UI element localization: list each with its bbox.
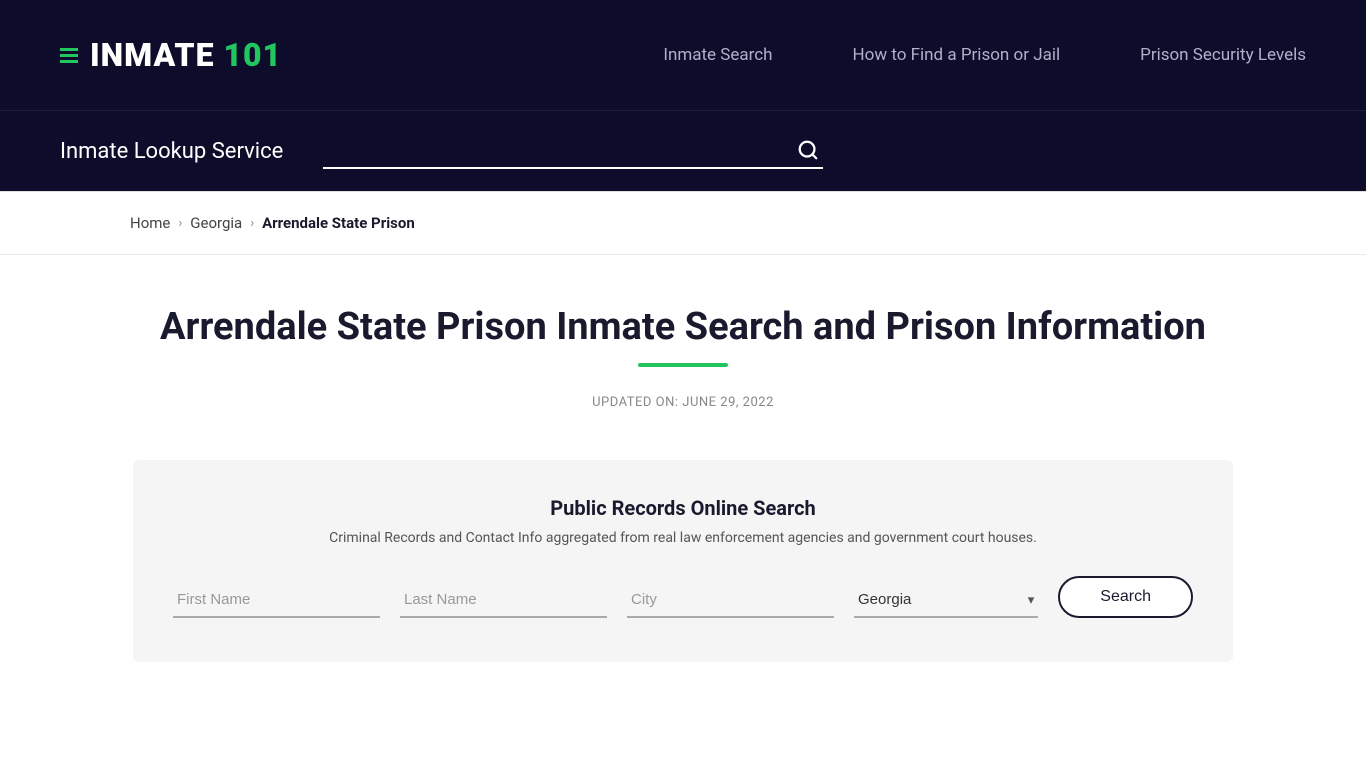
first-name-input[interactable] [173, 583, 380, 618]
city-input[interactable] [627, 583, 834, 618]
logo-text: INMATE 101 [90, 36, 282, 74]
search-form: AlabamaAlaskaArizonaArkansasCaliforniaCo… [173, 576, 1193, 618]
logo-icon [60, 48, 78, 63]
main-content: Arrendale State Prison Inmate Search and… [0, 255, 1366, 702]
nav-link-inmate-search[interactable]: Inmate Search [663, 45, 772, 65]
first-name-field [173, 583, 380, 618]
public-records-card: Public Records Online Search Criminal Re… [133, 460, 1233, 662]
last-name-input[interactable] [400, 583, 607, 618]
nav-item-security-levels[interactable]: Prison Security Levels [1140, 45, 1306, 65]
breadcrumb-state[interactable]: Georgia [190, 214, 242, 232]
logo-number: 101 [223, 36, 282, 74]
logo-inmate: INMATE [90, 36, 223, 74]
search-input[interactable] [323, 133, 823, 167]
search-bar-label: Inmate Lookup Service [60, 139, 283, 164]
nav-item-find-prison[interactable]: How to Find a Prison or Jail [853, 45, 1061, 65]
state-select[interactable]: AlabamaAlaskaArizonaArkansasCaliforniaCo… [854, 583, 1038, 618]
breadcrumb-section: Home › Georgia › Arrendale State Prison [0, 192, 1366, 254]
breadcrumb-separator-1: › [178, 216, 182, 231]
title-underline [638, 363, 728, 367]
nav-links: Inmate Search How to Find a Prison or Ja… [663, 45, 1306, 65]
breadcrumb-current: Arrendale State Prison [262, 214, 415, 232]
logo[interactable]: INMATE 101 [60, 36, 282, 74]
nav-item-inmate-search[interactable]: Inmate Search [663, 45, 772, 65]
city-field [627, 583, 834, 618]
page-title: Arrendale State Prison Inmate Search and… [130, 305, 1236, 349]
card-title: Public Records Online Search [173, 496, 1193, 520]
search-icon [797, 139, 819, 161]
nav-link-find-prison[interactable]: How to Find a Prison or Jail [853, 45, 1061, 65]
search-input-wrapper [323, 133, 823, 169]
nav-link-security-levels[interactable]: Prison Security Levels [1140, 45, 1306, 65]
breadcrumb-home[interactable]: Home [130, 214, 170, 232]
search-icon-button[interactable] [797, 139, 819, 161]
last-name-field [400, 583, 607, 618]
card-subtitle: Criminal Records and Contact Info aggreg… [173, 530, 1193, 546]
updated-text: UPDATED ON: JUNE 29, 2022 [130, 395, 1236, 410]
state-select-wrapper: AlabamaAlaskaArizonaArkansasCaliforniaCo… [854, 583, 1038, 618]
search-button[interactable]: Search [1058, 576, 1193, 618]
search-bar-section: Inmate Lookup Service [0, 110, 1366, 191]
top-navigation: INMATE 101 Inmate Search How to Find a P… [0, 0, 1366, 110]
breadcrumb-separator-2: › [250, 216, 254, 231]
